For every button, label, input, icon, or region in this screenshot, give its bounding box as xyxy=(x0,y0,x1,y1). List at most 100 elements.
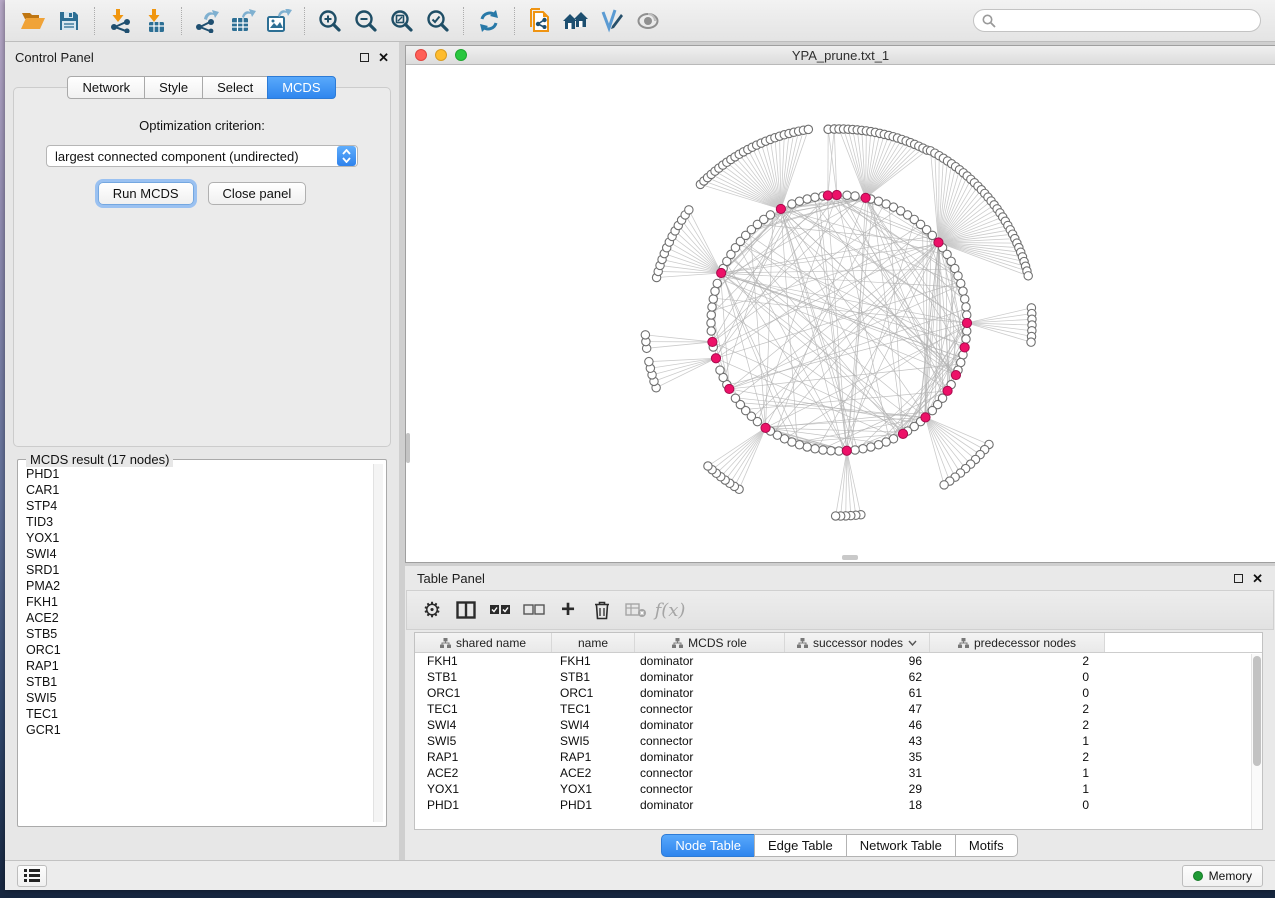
table-cell[interactable] xyxy=(1105,717,1262,733)
network-node[interactable] xyxy=(1024,272,1032,280)
table-cell[interactable] xyxy=(1105,797,1262,813)
table-cell[interactable]: YOX1 xyxy=(552,781,635,797)
tab-mcds[interactable]: MCDS xyxy=(267,76,335,99)
table-cell[interactable]: ORC1 xyxy=(415,685,552,701)
open-session-icon[interactable] xyxy=(15,4,51,38)
mcds-result-item[interactable]: CAR1 xyxy=(22,482,371,498)
mcds-result-item[interactable]: PHD1 xyxy=(22,466,371,482)
table-row[interactable]: YOX1YOX1connector291 xyxy=(415,781,1262,797)
table-cell[interactable] xyxy=(1105,653,1262,669)
mcds-result-item[interactable]: STB1 xyxy=(22,674,371,690)
network-node[interactable] xyxy=(867,443,875,451)
mcds-result-item[interactable]: PMA2 xyxy=(22,578,371,594)
search-field[interactable] xyxy=(973,9,1261,32)
import-network-icon[interactable] xyxy=(102,4,138,38)
network-node[interactable] xyxy=(811,193,819,201)
table-cell[interactable]: 96 xyxy=(785,653,930,669)
table-cell[interactable]: 61 xyxy=(785,685,930,701)
network-node[interactable] xyxy=(859,445,867,453)
mcds-result-list[interactable]: PHD1CAR1STP4TID3YOX1SWI4SRD1PMA2FKH1ACE2… xyxy=(22,466,371,822)
table-cell[interactable]: dominator xyxy=(635,685,785,701)
table-cell[interactable]: PHD1 xyxy=(552,797,635,813)
table-cell[interactable]: 0 xyxy=(930,669,1105,685)
table-cell[interactable]: 2 xyxy=(930,701,1105,717)
column-header-mcds-role[interactable]: MCDS role xyxy=(635,633,785,652)
mcds-result-item[interactable]: SWI4 xyxy=(22,546,371,562)
mcds-result-item[interactable]: TEC1 xyxy=(22,706,371,722)
table-cell[interactable]: 2 xyxy=(930,749,1105,765)
zoom-out-icon[interactable] xyxy=(348,4,384,38)
mcds-result-item[interactable]: YOX1 xyxy=(22,530,371,546)
mcds-result-item[interactable]: TID3 xyxy=(22,514,371,530)
network-node[interactable] xyxy=(959,287,967,295)
mcds-network-node[interactable] xyxy=(725,384,734,393)
mcds-network-node[interactable] xyxy=(823,191,832,200)
network-node[interactable] xyxy=(704,462,712,470)
table-cell[interactable]: ACE2 xyxy=(552,765,635,781)
export-network-icon[interactable] xyxy=(189,4,225,38)
column-header-successor-nodes[interactable]: successor nodes xyxy=(785,633,930,652)
table-cell[interactable]: STB1 xyxy=(552,669,635,685)
mcds-network-node[interactable] xyxy=(842,446,851,455)
table-cell[interactable]: 62 xyxy=(785,669,930,685)
mcds-result-item[interactable]: ORC1 xyxy=(22,642,371,658)
table-cell[interactable]: 2 xyxy=(930,717,1105,733)
table-cell[interactable]: YOX1 xyxy=(415,781,552,797)
mcds-network-node[interactable] xyxy=(711,354,720,363)
table-cell[interactable]: dominator xyxy=(635,669,785,685)
mcds-network-node[interactable] xyxy=(898,429,907,438)
table-row[interactable]: ACE2ACE2connector311 xyxy=(415,765,1262,781)
table-cell[interactable] xyxy=(1105,669,1262,685)
table-cell[interactable] xyxy=(1105,701,1262,717)
network-node[interactable] xyxy=(803,443,811,451)
table-cell[interactable]: 0 xyxy=(930,797,1105,813)
network-titlebar[interactable]: YPA_prune.txt_1 xyxy=(406,46,1275,65)
task-history-button[interactable] xyxy=(17,865,47,887)
zoom-in-icon[interactable] xyxy=(312,4,348,38)
table-cell[interactable] xyxy=(1105,781,1262,797)
table-row[interactable]: SWI4SWI4dominator462 xyxy=(415,717,1262,733)
tab-network[interactable]: Network xyxy=(67,76,145,99)
tab-network-table[interactable]: Network Table xyxy=(846,834,956,857)
table-cell[interactable]: SWI4 xyxy=(415,717,552,733)
mcds-result-item[interactable]: SRD1 xyxy=(22,562,371,578)
table-cell[interactable]: 31 xyxy=(785,765,930,781)
network-canvas[interactable] xyxy=(406,65,1275,562)
refresh-icon[interactable] xyxy=(471,4,507,38)
network-node[interactable] xyxy=(874,441,882,449)
table-cell[interactable]: SWI5 xyxy=(552,733,635,749)
network-node[interactable] xyxy=(795,197,803,205)
memory-button[interactable]: Memory xyxy=(1182,865,1263,887)
network-node[interactable] xyxy=(827,447,835,455)
network-node[interactable] xyxy=(851,446,859,454)
export-image-icon[interactable] xyxy=(261,4,297,38)
network-node[interactable] xyxy=(957,279,965,287)
network-node[interactable] xyxy=(843,191,851,199)
table-cell[interactable]: FKH1 xyxy=(415,653,552,669)
select-all-columns-icon[interactable] xyxy=(485,595,515,625)
table-cell[interactable]: 35 xyxy=(785,749,930,765)
table-row[interactable]: SWI5SWI5connector431 xyxy=(415,733,1262,749)
table-cell[interactable]: 18 xyxy=(785,797,930,813)
mcds-result-item[interactable]: RAP1 xyxy=(22,658,371,674)
table-row[interactable]: PHD1PHD1dominator180 xyxy=(415,797,1262,813)
save-session-icon[interactable] xyxy=(51,4,87,38)
network-node[interactable] xyxy=(685,206,693,214)
network-node[interactable] xyxy=(819,446,827,454)
table-cell[interactable] xyxy=(1105,749,1262,765)
table-cell[interactable]: SWI4 xyxy=(552,717,635,733)
table-cell[interactable]: ACE2 xyxy=(415,765,552,781)
table-cell[interactable]: RAP1 xyxy=(415,749,552,765)
table-row[interactable]: RAP1RAP1dominator352 xyxy=(415,749,1262,765)
network-node[interactable] xyxy=(831,512,839,520)
table-cell[interactable]: ORC1 xyxy=(552,685,635,701)
table-cell[interactable]: 0 xyxy=(930,685,1105,701)
table-cell[interactable]: connector xyxy=(635,765,785,781)
create-column-icon[interactable]: + xyxy=(553,595,583,625)
network-node[interactable] xyxy=(803,195,811,203)
network-node[interactable] xyxy=(811,445,819,453)
table-scrollbar[interactable] xyxy=(1251,654,1262,829)
network-node[interactable] xyxy=(707,319,715,327)
mcds-result-item[interactable]: ACE2 xyxy=(22,610,371,626)
table-row[interactable]: FKH1FKH1dominator962 xyxy=(415,653,1262,669)
